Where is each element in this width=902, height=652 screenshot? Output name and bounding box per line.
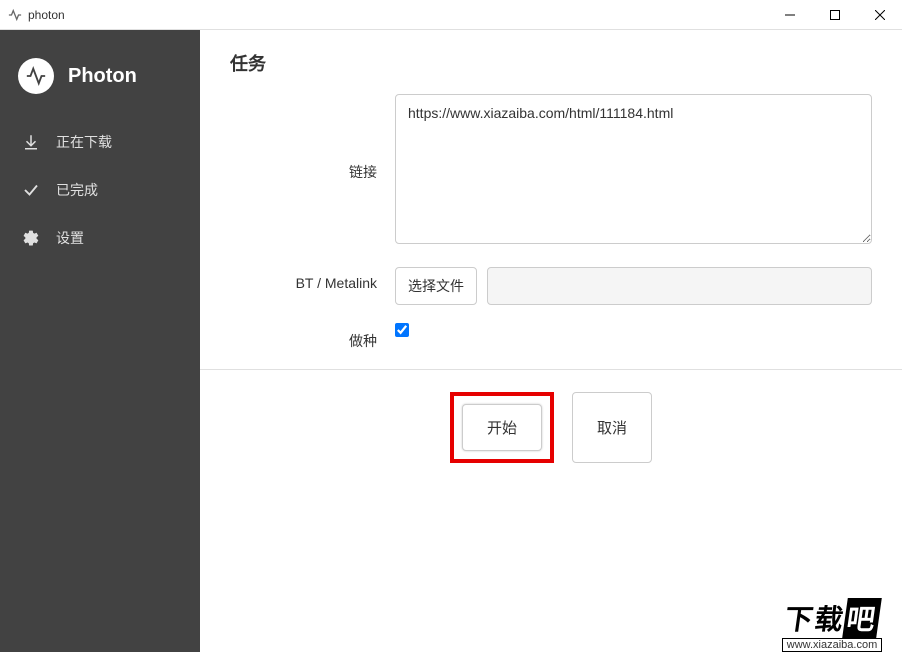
check-icon	[22, 181, 40, 199]
sidebar-item-label: 正在下载	[56, 132, 112, 152]
minimize-button[interactable]	[767, 0, 812, 30]
seed-label: 做种	[230, 323, 395, 351]
seed-row: 做种	[230, 323, 872, 351]
page-title: 任务	[230, 50, 872, 76]
brand-title: Photon	[68, 65, 137, 88]
sidebar-item-settings[interactable]: 设置	[0, 214, 200, 262]
start-button[interactable]: 开始	[462, 404, 542, 451]
maximize-button[interactable]	[812, 0, 857, 30]
gear-icon	[22, 229, 40, 247]
download-icon	[22, 133, 40, 151]
sidebar-item-completed[interactable]: 已完成	[0, 166, 200, 214]
app-icon	[8, 8, 22, 22]
file-display	[487, 267, 872, 305]
sidebar-item-downloading[interactable]: 正在下载	[0, 118, 200, 166]
window-title: photon	[28, 8, 767, 22]
sidebar-item-label: 已完成	[56, 180, 98, 200]
main-content: 任务 链接 BT / Metalink 选择文件 做种 开始 取	[200, 30, 902, 652]
bt-row: BT / Metalink 选择文件	[230, 267, 872, 305]
titlebar: photon	[0, 0, 902, 30]
link-label: 链接	[230, 162, 395, 182]
link-row: 链接	[230, 94, 872, 249]
brand-icon	[18, 58, 54, 94]
highlight-annotation: 开始	[450, 392, 554, 463]
sidebar-item-label: 设置	[56, 228, 84, 248]
sidebar: Photon 正在下载 已完成 设置	[0, 30, 200, 652]
seed-checkbox[interactable]	[395, 323, 409, 337]
divider	[200, 369, 902, 370]
cancel-button[interactable]: 取消	[572, 392, 652, 463]
button-row: 开始 取消	[230, 392, 872, 463]
link-input[interactable]	[395, 94, 872, 244]
window-controls	[767, 0, 902, 30]
choose-file-button[interactable]: 选择文件	[395, 267, 477, 305]
brand: Photon	[0, 40, 200, 118]
watermark: 下载吧 www.xiazaiba.com	[762, 587, 902, 652]
bt-label: BT / Metalink	[230, 267, 395, 305]
close-button[interactable]	[857, 0, 902, 30]
